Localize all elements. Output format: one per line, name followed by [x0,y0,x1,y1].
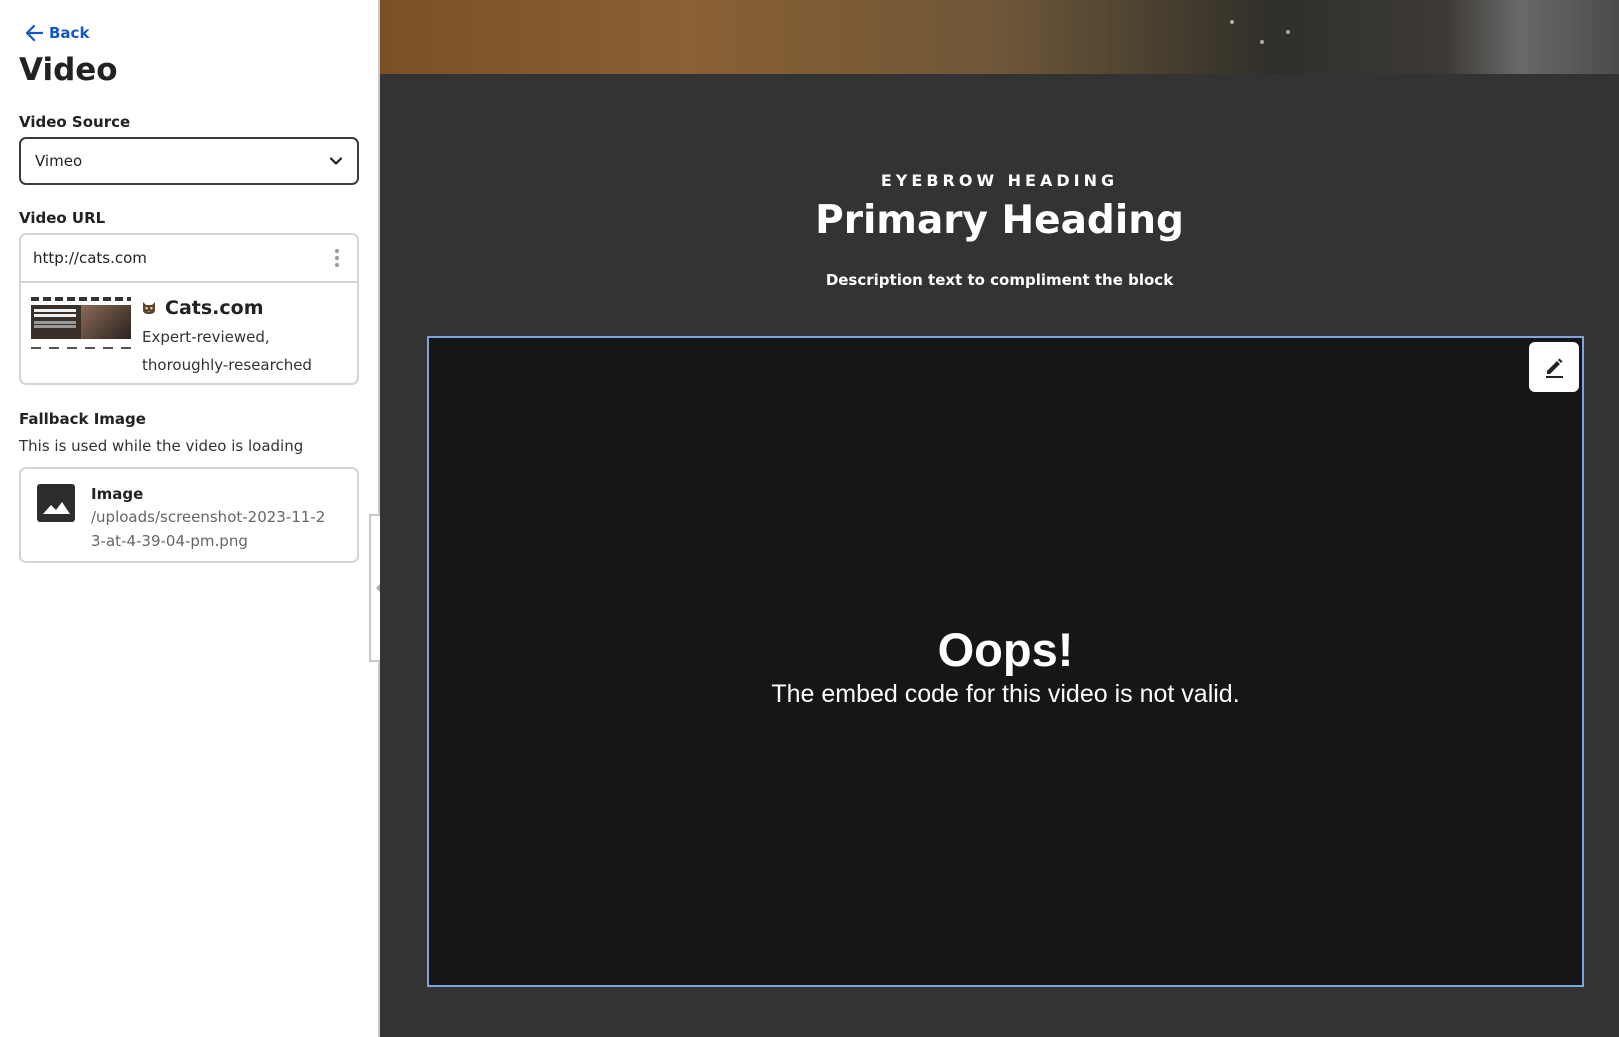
link-preview-title: Cats.com [165,297,264,319]
settings-sidebar: Back Video Video Source Vimeo Video URL … [0,0,380,1037]
hero-image-strip [380,0,1619,74]
fallback-image-picker[interactable]: Image /uploads/screenshot-2023-11-23-at-… [19,467,359,563]
video-error-title: Oops! [937,623,1074,676]
video-source-value: Vimeo [35,152,83,170]
video-source-select[interactable]: Vimeo [19,137,359,185]
fallback-image-help: This is used while the video is loading [19,437,304,455]
video-error-message: The embed code for this video is not val… [771,680,1240,708]
edit-video-button[interactable] [1529,342,1579,392]
cat-favicon-icon [143,302,155,314]
back-button[interactable]: Back [25,24,89,42]
preview-canvas: EYEBROW HEADING Primary Heading Descript… [380,0,1619,1037]
video-source-label: Video Source [19,113,131,131]
chevron-down-icon [329,154,343,168]
video-url-input[interactable]: http://cats.com [21,235,357,283]
eyebrow-heading: EYEBROW HEADING [880,171,1119,190]
image-icon [37,484,75,522]
link-preview-card[interactable]: Cats.com Expert-reviewed, thoroughly-res… [21,283,357,383]
video-url-value: http://cats.com [33,249,147,267]
arrow-left-icon [25,24,43,42]
block-description: Description text to compliment the block [825,271,1174,289]
video-block[interactable]: Oops! The embed code for this video is n… [427,336,1584,987]
link-preview-thumbnail [31,297,131,357]
primary-heading: Primary Heading [815,198,1184,243]
fallback-image-label: Fallback Image [19,410,146,428]
kebab-menu-icon[interactable] [329,245,345,271]
fallback-image-title: Image [91,485,144,503]
video-url-field: http://cats.com Cats.com Expert-reviewed… [19,233,359,385]
video-url-label: Video URL [19,209,106,227]
back-label: Back [49,24,90,42]
panel-title: Video [19,52,118,88]
link-preview-description: Expert-reviewed, thoroughly-researched [142,328,312,374]
pencil-icon [1546,358,1563,378]
fallback-image-path: /uploads/screenshot-2023-11-23-at-4-39-0… [91,508,326,550]
